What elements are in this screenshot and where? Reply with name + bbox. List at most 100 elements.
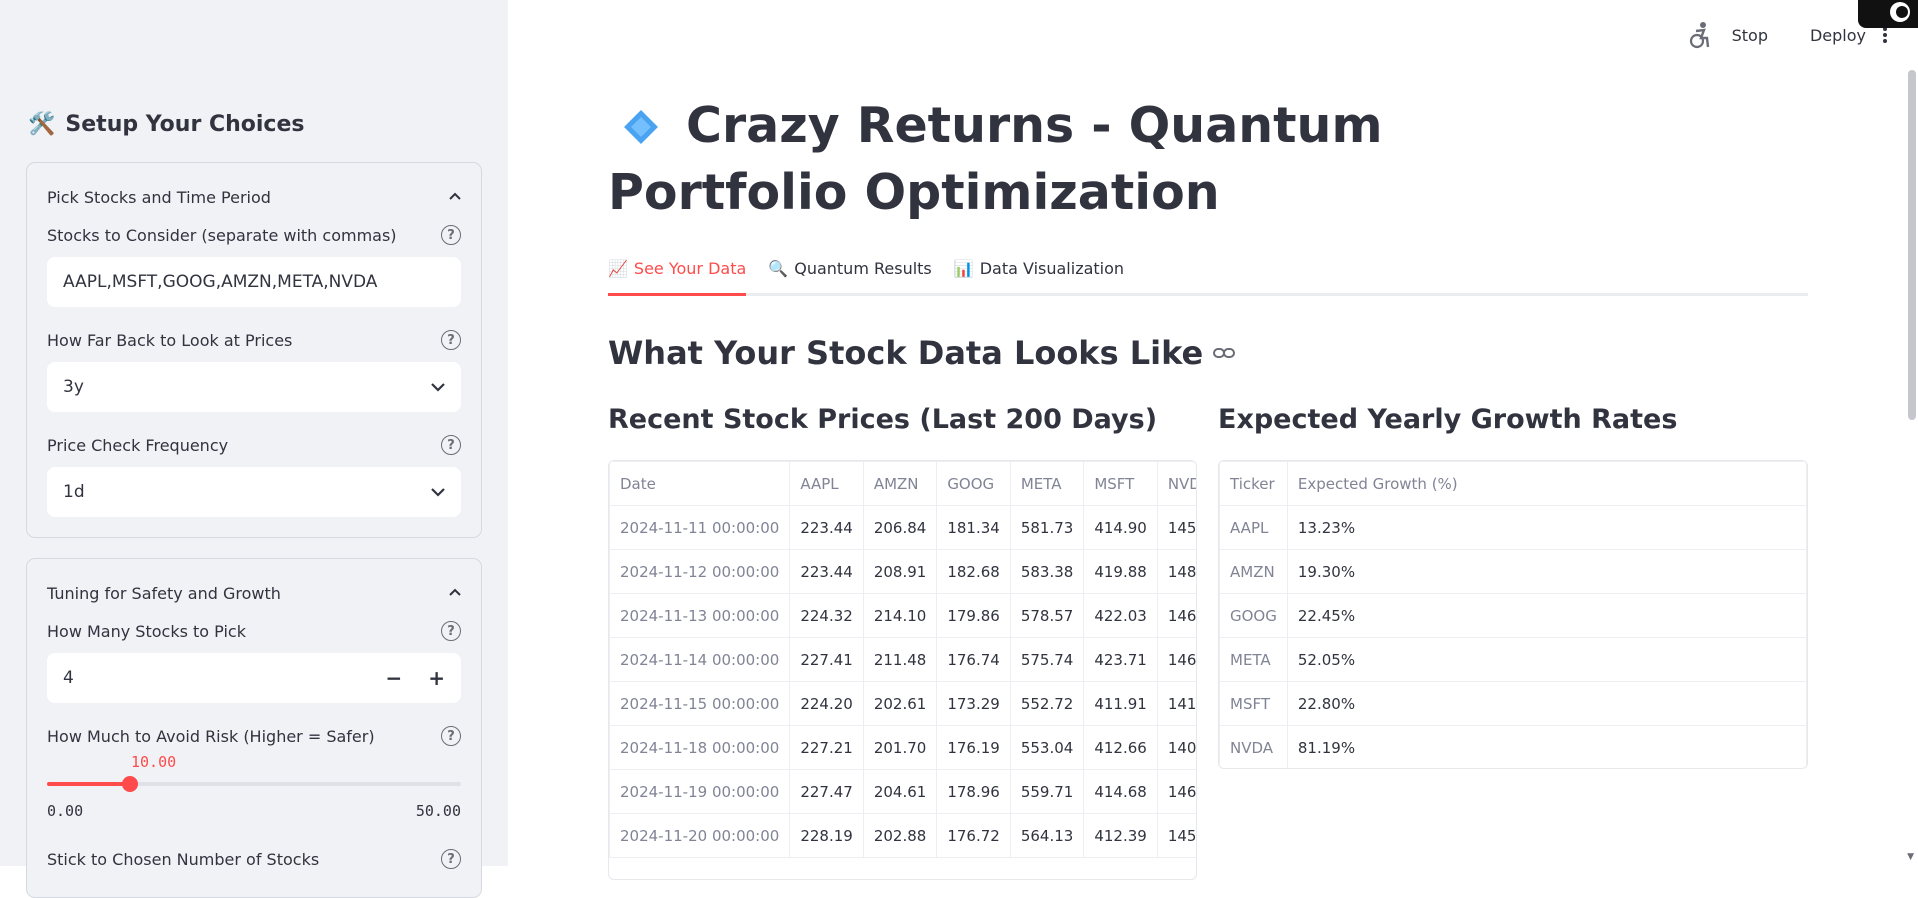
prices-cell[interactable]: 146.24 <box>1157 594 1197 638</box>
prices-cell[interactable]: 148.26 <box>1157 550 1197 594</box>
help-icon[interactable]: ? <box>441 849 461 869</box>
prices-cell[interactable]: 140.12 <box>1157 726 1197 770</box>
prices-row-index[interactable]: 2024-11-18 00:00:00 <box>610 726 790 770</box>
prices-cell[interactable]: 414.90 <box>1084 506 1158 550</box>
prices-cell[interactable]: 202.88 <box>863 814 937 858</box>
help-icon[interactable]: ? <box>441 621 461 641</box>
stocks-input[interactable]: AAPL,MSFT,GOOG,AMZN,META,NVDA <box>47 257 461 307</box>
prices-cell[interactable]: 202.61 <box>863 682 937 726</box>
prices-cell[interactable]: 223.44 <box>790 506 864 550</box>
risk-slider[interactable] <box>47 782 461 786</box>
risk-slider-thumb[interactable] <box>122 776 138 792</box>
scroll-down-icon[interactable]: ▼ <box>1907 852 1914 862</box>
prices-cell[interactable]: 559.71 <box>1010 770 1084 814</box>
expander-header-safety-growth[interactable]: Tuning for Safety and Growth <box>47 581 461 605</box>
prices-cell[interactable]: 419.88 <box>1084 550 1158 594</box>
app-badge[interactable] <box>1858 0 1918 28</box>
more-options-icon[interactable] <box>1882 26 1888 44</box>
scrollbar[interactable] <box>1908 70 1916 420</box>
deploy-button[interactable]: Deploy <box>1810 26 1866 45</box>
prices-cell[interactable]: 201.70 <box>863 726 937 770</box>
prices-cell[interactable]: 176.72 <box>937 814 1011 858</box>
prices-cell[interactable]: 176.74 <box>937 638 1011 682</box>
growth-column-header[interactable]: Expected Growth (%) <box>1287 462 1806 506</box>
expander-header-stocks-period[interactable]: Pick Stocks and Time Period <box>47 185 461 209</box>
prices-cell[interactable]: 208.91 <box>863 550 937 594</box>
freq-select[interactable]: 1d <box>47 467 461 517</box>
count-stepper[interactable]: 4 − + <box>47 653 461 703</box>
prices-cell[interactable]: 553.04 <box>1010 726 1084 770</box>
growth-row-index[interactable]: AMZN <box>1220 550 1288 594</box>
growth-cell[interactable]: 52.05% <box>1287 638 1806 682</box>
prices-cell[interactable]: 228.19 <box>790 814 864 858</box>
prices-cell[interactable]: 224.20 <box>790 682 864 726</box>
prices-cell[interactable]: 181.34 <box>937 506 1011 550</box>
stop-button[interactable]: Stop <box>1732 26 1768 45</box>
prices-column-header[interactable]: META <box>1010 462 1084 506</box>
tab-see-your-data[interactable]: 📈 See Your Data <box>608 256 746 296</box>
prices-cell[interactable]: 423.71 <box>1084 638 1158 682</box>
growth-row-index[interactable]: GOOG <box>1220 594 1288 638</box>
period-select[interactable]: 3y <box>47 362 461 412</box>
prices-cell[interactable]: 173.29 <box>937 682 1011 726</box>
prices-cell[interactable]: 146.73 <box>1157 638 1197 682</box>
prices-cell[interactable]: 227.21 <box>790 726 864 770</box>
prices-cell[interactable]: 204.61 <box>863 770 937 814</box>
prices-row-index[interactable]: 2024-11-14 00:00:00 <box>610 638 790 682</box>
prices-cell[interactable]: 412.39 <box>1084 814 1158 858</box>
prices-cell[interactable]: 564.13 <box>1010 814 1084 858</box>
prices-cell[interactable]: 581.73 <box>1010 506 1084 550</box>
prices-cell[interactable]: 145.86 <box>1157 814 1197 858</box>
prices-cell[interactable]: 412.66 <box>1084 726 1158 770</box>
prices-cell[interactable]: 575.74 <box>1010 638 1084 682</box>
growth-cell[interactable]: 81.19% <box>1287 726 1806 770</box>
growth-column-header[interactable]: Ticker <box>1220 462 1288 506</box>
prices-cell[interactable]: 206.84 <box>863 506 937 550</box>
tab-data-visualization[interactable]: 📊 Data Visualization <box>954 256 1124 296</box>
prices-row-index[interactable]: 2024-11-19 00:00:00 <box>610 770 790 814</box>
growth-table-container[interactable]: TickerExpected Growth (%) AAPL13.23%AMZN… <box>1218 460 1808 769</box>
prices-cell[interactable]: 141.95 <box>1157 682 1197 726</box>
help-icon[interactable]: ? <box>441 726 461 746</box>
prices-cell[interactable]: 182.68 <box>937 550 1011 594</box>
tab-quantum-results[interactable]: 🔍 Quantum Results <box>768 256 931 296</box>
prices-cell[interactable]: 145.23 <box>1157 506 1197 550</box>
prices-cell[interactable]: 411.91 <box>1084 682 1158 726</box>
growth-cell[interactable]: 19.30% <box>1287 550 1806 594</box>
prices-column-header[interactable]: Date <box>610 462 790 506</box>
prices-row-index[interactable]: 2024-11-12 00:00:00 <box>610 550 790 594</box>
prices-cell[interactable]: 227.41 <box>790 638 864 682</box>
prices-column-header[interactable]: AMZN <box>863 462 937 506</box>
prices-cell[interactable]: 214.10 <box>863 594 937 638</box>
help-icon[interactable]: ? <box>441 225 461 245</box>
prices-table-container[interactable]: DateAAPLAMZNGOOGMETAMSFTNVDA 2024-11-11 … <box>608 460 1197 880</box>
prices-column-header[interactable]: NVDA <box>1157 462 1197 506</box>
prices-cell[interactable]: 552.72 <box>1010 682 1084 726</box>
increment-button[interactable]: + <box>428 666 445 690</box>
prices-row-index[interactable]: 2024-11-13 00:00:00 <box>610 594 790 638</box>
growth-cell[interactable]: 13.23% <box>1287 506 1806 550</box>
prices-column-header[interactable]: GOOG <box>937 462 1011 506</box>
help-icon[interactable]: ? <box>441 435 461 455</box>
prices-row-index[interactable]: 2024-11-15 00:00:00 <box>610 682 790 726</box>
prices-cell[interactable]: 414.68 <box>1084 770 1158 814</box>
prices-cell[interactable]: 578.57 <box>1010 594 1084 638</box>
prices-cell[interactable]: 422.03 <box>1084 594 1158 638</box>
prices-cell[interactable]: 179.86 <box>937 594 1011 638</box>
prices-cell[interactable]: 223.44 <box>790 550 864 594</box>
prices-cell[interactable]: 176.19 <box>937 726 1011 770</box>
growth-cell[interactable]: 22.80% <box>1287 682 1806 726</box>
growth-row-index[interactable]: META <box>1220 638 1288 682</box>
prices-row-index[interactable]: 2024-11-20 00:00:00 <box>610 814 790 858</box>
prices-cell[interactable]: 227.47 <box>790 770 864 814</box>
prices-cell[interactable]: 583.38 <box>1010 550 1084 594</box>
link-icon[interactable] <box>1213 346 1235 360</box>
prices-cell[interactable]: 146.98 <box>1157 770 1197 814</box>
growth-cell[interactable]: 22.45% <box>1287 594 1806 638</box>
decrement-button[interactable]: − <box>385 666 402 690</box>
growth-row-index[interactable]: MSFT <box>1220 682 1288 726</box>
prices-cell[interactable]: 224.32 <box>790 594 864 638</box>
prices-cell[interactable]: 178.96 <box>937 770 1011 814</box>
growth-row-index[interactable]: NVDA <box>1220 726 1288 770</box>
growth-row-index[interactable]: AAPL <box>1220 506 1288 550</box>
